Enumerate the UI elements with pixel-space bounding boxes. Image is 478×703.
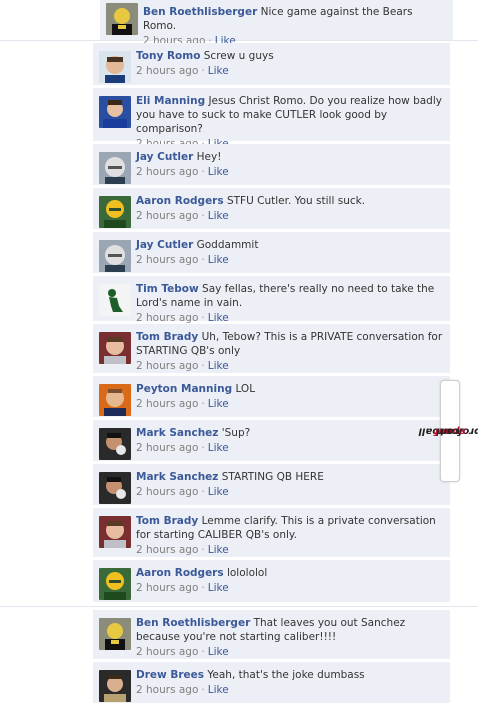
comment-text: LOL [235,383,256,395]
comment-item: Mark Sanchez 'Sup? 2 hours ago · Like [93,420,450,461]
commenter-name[interactable]: Aaron Rodgers [136,567,224,579]
timestamp: 2 hours ago [136,442,199,454]
separator-dot: · [201,646,205,658]
timestamp: 2 hours ago [136,684,199,696]
commenter-name[interactable]: Mark Sanchez [136,471,218,483]
commenter-name[interactable]: Eli Manning [136,95,205,107]
like-link[interactable]: Like [208,65,229,77]
separator-dot: · [201,360,205,372]
comment-text: 'Sup? [221,427,251,439]
peyton-manning-avatar-icon[interactable] [99,384,131,416]
aaron-rodgers-avatar-icon[interactable] [99,568,131,600]
like-link[interactable]: Like [208,582,229,594]
timestamp: 2 hours ago [136,210,199,222]
comment-item: Tony Romo Screw u guys 2 hours ago · Like [93,43,450,85]
timestamp: 2 hours ago [136,254,199,266]
commenter-name[interactable]: Tom Brady [136,515,198,527]
comment-item: Jay Cutler Hey! 2 hours ago · Like [93,144,450,185]
comment-item: Jay Cutler Goddammit 2 hours ago · Like [93,232,450,273]
aaron-rodgers-avatar-icon[interactable] [99,196,131,228]
separator-dot: · [201,398,205,410]
like-link[interactable]: Like [208,684,229,696]
separator-dot: · [201,684,205,696]
tom-brady-avatar-icon[interactable] [99,516,131,548]
separator-dot: · [201,210,205,222]
comment-text: Yeah, that's the joke dumbass [207,669,365,681]
like-link[interactable]: Like [208,210,229,222]
comment-item: Drew Brees Yeah, that's the joke dumbass… [93,662,450,703]
separator-dot: · [201,166,205,178]
ben-roethlisberger-avatar-icon[interactable] [106,3,138,35]
like-link[interactable]: Like [208,442,229,454]
comment-item: Eli Manning Jesus Christ Romo. Do you re… [93,88,450,150]
comment-item: Tim Tebow Say fellas, there's really no … [93,276,450,324]
like-link[interactable]: Like [208,646,229,658]
timestamp: 2 hours ago [136,646,199,658]
comment-item: Peyton Manning LOL 2 hours ago · Like [93,376,450,417]
like-link[interactable]: Like [208,312,229,324]
tony-romo-avatar-icon[interactable] [99,51,131,83]
commenter-name[interactable]: Mark Sanchez [136,427,218,439]
timestamp: 2 hours ago [136,312,199,324]
separator-dot: · [201,65,205,77]
comment-text: lolololol [226,567,268,579]
separator-dot: · [201,254,205,266]
commenter-name[interactable]: Tom Brady [136,331,198,343]
drew-brees-avatar-icon[interactable] [99,670,131,702]
commenter-name[interactable]: Ben Roethlisberger [136,617,250,629]
like-link[interactable]: Like [208,166,229,178]
comment-item: Mark Sanchez STARTING QB HERE 2 hours ag… [93,464,450,505]
mark-sanchez-avatar-icon[interactable] [99,428,131,460]
like-link[interactable]: Like [208,360,229,372]
eli-manning-avatar-icon[interactable] [99,96,131,128]
watermark-suffix: .com [436,425,464,437]
separator-dot: · [201,312,205,324]
jay-cutler-avatar-icon[interactable] [99,152,131,184]
timestamp: 2 hours ago [136,65,199,77]
commenter-name[interactable]: Drew Brees [136,669,204,681]
timestamp: 2 hours ago [136,544,199,556]
like-link[interactable]: Like [208,486,229,498]
site-watermark: profootball spoof .com [419,380,478,482]
comment-item: Aaron Rodgers lolololol 2 hours ago · Like [93,560,450,602]
timestamp: 2 hours ago [136,166,199,178]
timestamp: 2 hours ago [136,486,199,498]
comment-text: Hey! [196,151,222,163]
ben-roethlisberger-avatar-icon[interactable] [99,618,131,650]
separator-dot: · [201,544,205,556]
tim-tebow-avatar-icon[interactable] [99,284,131,316]
commenter-name[interactable]: Aaron Rodgers [136,195,224,207]
tom-brady-avatar-icon[interactable] [99,332,131,364]
comment-text: STFU Cutler. You still suck. [226,195,366,207]
commenter-name[interactable]: Ben Roethlisberger [143,6,257,18]
comment-text: Goddammit [196,239,259,251]
comment-item: Ben Roethlisberger Nice game against the… [100,0,453,47]
comment-item: Tom Brady Lemme clarify. This is a priva… [93,508,450,557]
timestamp: 2 hours ago [136,398,199,410]
commenter-name[interactable]: Peyton Manning [136,383,232,395]
like-link[interactable]: Like [208,544,229,556]
commenter-name[interactable]: Tim Tebow [136,283,199,295]
timestamp: 2 hours ago [136,360,199,372]
timestamp: 2 hours ago [136,582,199,594]
comment-text: STARTING QB HERE [221,471,324,483]
divider [0,606,478,607]
comment-item: Tom Brady Uh, Tebow? This is a PRIVATE c… [93,324,450,373]
like-link[interactable]: Like [208,254,229,266]
mark-sanchez-avatar-icon[interactable] [99,472,131,504]
commenter-name[interactable]: Tony Romo [136,50,200,62]
comment-item: Aaron Rodgers STFU Cutler. You still suc… [93,188,450,229]
separator-dot: · [201,442,205,454]
separator-dot: · [201,582,205,594]
comment-text: Screw u guys [203,50,274,62]
commenter-name[interactable]: Jay Cutler [136,151,193,163]
separator-dot: · [201,486,205,498]
jay-cutler-avatar-icon[interactable] [99,240,131,272]
commenter-name[interactable]: Jay Cutler [136,239,193,251]
like-link[interactable]: Like [208,398,229,410]
comment-item: Ben Roethlisberger That leaves you out S… [93,610,450,659]
